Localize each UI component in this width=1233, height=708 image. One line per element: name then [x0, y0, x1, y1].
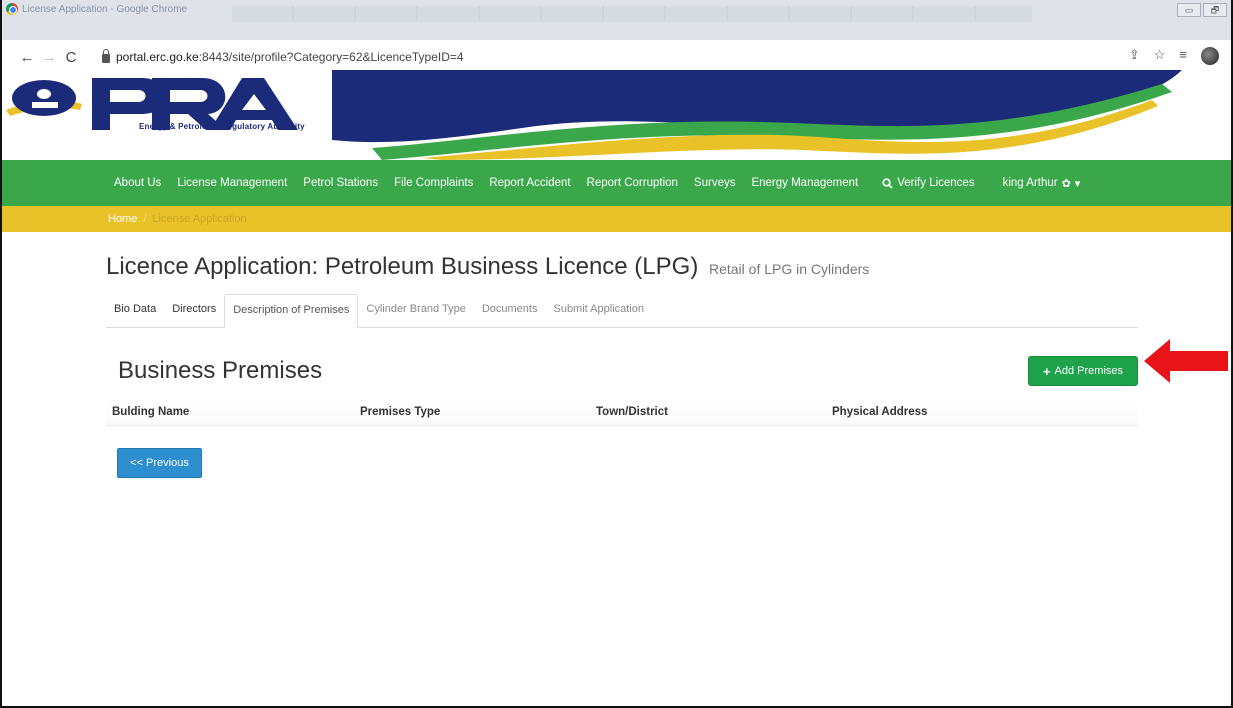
profile-avatar[interactable]	[1201, 47, 1219, 65]
plus-icon: +	[1042, 363, 1051, 379]
column-header-physical-address[interactable]: Physical Address	[832, 406, 1132, 418]
nav-report-accident[interactable]: Report Accident	[489, 177, 570, 189]
add-premises-label: Add Premises	[1054, 365, 1124, 377]
restore-button[interactable]: 🗗	[1203, 3, 1227, 17]
page-title: Licence Application: Petroleum Business …	[106, 253, 869, 281]
star-icon[interactable]: ☆	[1154, 47, 1166, 65]
minimize-button[interactable]: ▭	[1177, 3, 1201, 17]
reload-icon[interactable]: C	[60, 49, 82, 66]
breadcrumb-home[interactable]: Home	[108, 213, 137, 225]
search-icon	[882, 177, 893, 189]
tab-bio-data[interactable]: Bio Data	[106, 294, 164, 328]
page-title-text: Licence Application: Petroleum Business …	[106, 253, 699, 280]
column-header-premises-type[interactable]: Premises Type	[360, 406, 596, 418]
application-tabs: Bio Data Directors Description of Premis…	[106, 294, 1138, 328]
section-title: Business Premises	[118, 357, 323, 384]
column-header-building-name[interactable]: Bulding Name	[106, 406, 360, 418]
window-title-bar: License Application - Google Chrome ▭ 🗗	[2, 0, 1231, 40]
browser-toolbar-icons: ⇪ ☆ ≡	[1129, 47, 1219, 65]
previous-button[interactable]: << Previous	[117, 448, 202, 478]
nav-license-management[interactable]: License Management	[177, 177, 287, 189]
red-arrow-icon	[1144, 339, 1228, 383]
nav-report-corruption[interactable]: Report Corruption	[587, 177, 678, 189]
nav-verify-licences[interactable]: Verify Licences	[882, 177, 975, 189]
tab-documents[interactable]: Documents	[474, 294, 546, 328]
window-title-text: License Application - Google Chrome	[22, 3, 188, 15]
tab-cylinder-brand-type[interactable]: Cylinder Brand Type	[358, 294, 473, 328]
user-name: king Arthur	[1002, 177, 1058, 189]
breadcrumb-separator: /	[143, 213, 147, 225]
caret-down-icon: ▾	[1074, 177, 1081, 190]
nav-petrol-stations[interactable]: Petrol Stations	[303, 177, 378, 189]
forward-arrow-icon[interactable]: →	[38, 49, 60, 66]
window-controls: ▭ 🗗	[1177, 3, 1227, 17]
table-header: Bulding Name Premises Type Town/District…	[106, 398, 1138, 426]
add-premises-button[interactable]: + Add Premises	[1028, 356, 1138, 386]
tab-directors[interactable]: Directors	[164, 294, 224, 328]
window-title: License Application - Google Chrome	[6, 3, 187, 15]
nav-energy-management[interactable]: Energy Management	[751, 177, 858, 189]
nav-file-complaints[interactable]: File Complaints	[394, 177, 473, 189]
page-subtitle: Retail of LPG in Cylinders	[708, 261, 870, 277]
chrome-icon	[6, 3, 18, 15]
lock-icon	[102, 48, 110, 63]
url-path: :8443/site/profile?Category=62&LicenceTy…	[198, 50, 464, 64]
share-icon[interactable]: ⇪	[1129, 47, 1140, 65]
column-header-town-district[interactable]: Town/District	[596, 406, 832, 418]
address-bar-row: ← → C portal.erc.go.ke:8443/site/profile…	[2, 44, 1231, 70]
address-bar[interactable]: portal.erc.go.ke:8443/site/profile?Categ…	[102, 48, 464, 64]
reading-list-icon[interactable]: ≡	[1179, 47, 1187, 65]
gear-icon: ✿	[1061, 177, 1071, 190]
verify-licences-label: Verify Licences	[897, 177, 975, 189]
breadcrumb-current: License Application	[152, 213, 247, 225]
premises-table: Bulding Name Premises Type Town/District…	[106, 398, 1138, 426]
main-navbar: About Us License Management Petrol Stati…	[2, 160, 1231, 206]
url-host: portal.erc.go.ke	[116, 50, 199, 64]
nav-surveys[interactable]: Surveys	[694, 177, 736, 189]
browser-window: License Application - Google Chrome ▭ 🗗 …	[0, 0, 1233, 708]
nav-about-us[interactable]: About Us	[114, 177, 161, 189]
breadcrumb: Home / License Application	[2, 206, 1231, 232]
logo-subtitle: Energy & Petroleum Regulatory Authority	[139, 122, 305, 131]
back-arrow-icon[interactable]: ←	[16, 49, 38, 66]
tab-strip	[232, 6, 1032, 22]
user-menu[interactable]: king Arthur ✿ ▾	[1003, 177, 1081, 190]
tab-submit-application[interactable]: Submit Application	[545, 294, 652, 328]
site-header-banner: Energy & Petroleum Regulatory Authority	[2, 70, 1231, 160]
tab-description-of-premises[interactable]: Description of Premises	[224, 294, 359, 328]
